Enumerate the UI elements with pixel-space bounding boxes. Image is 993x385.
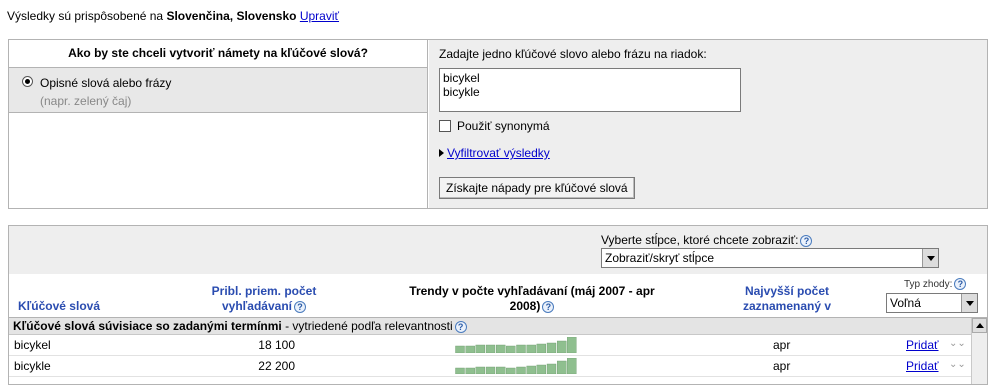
volume-cell: 22 200 bbox=[258, 359, 295, 373]
trend-bar bbox=[526, 344, 536, 353]
peak-month-cell: apr bbox=[773, 338, 791, 352]
descriptive-words-label: Opisné slová alebo frázy bbox=[40, 76, 172, 90]
volume-header-line2: vyhľadávaní bbox=[222, 299, 292, 313]
idea-method-question: Ako by ste chceli vytvoriť námety na kľú… bbox=[9, 40, 427, 68]
choose-columns-label: Vyberte stĺpce, ktoré chcete zobraziť:? bbox=[601, 233, 813, 247]
volume-column-header[interactable]: Pribl. priem. počet vyhľadávaní? bbox=[199, 284, 329, 314]
keyword-entry-column: Zadajte jedno kľúčové slovo alebo frázu … bbox=[429, 40, 987, 208]
trend-bar bbox=[465, 345, 475, 353]
volume-header-line1: Pribl. priem. počet bbox=[211, 284, 317, 298]
trend-bar bbox=[455, 367, 465, 374]
volume-cell: 18 100 bbox=[258, 338, 295, 352]
trend-sparkline bbox=[455, 337, 577, 353]
keyword-cell: bicykel bbox=[14, 338, 51, 352]
trend-bar bbox=[475, 344, 485, 353]
trend-bar bbox=[526, 365, 536, 374]
table-row: bicykle 22 200 apr Pridať ⌄⌄ bbox=[9, 356, 987, 377]
trend-bar bbox=[556, 360, 567, 374]
use-synonyms-checkbox[interactable] bbox=[439, 120, 451, 132]
add-keyword-link[interactable]: Pridať bbox=[906, 359, 939, 373]
related-keywords-section-header: Kľúčové slová súvisiace so zadanými term… bbox=[9, 318, 987, 335]
trend-bar bbox=[475, 366, 485, 374]
keyword-cell: bicykle bbox=[14, 359, 51, 373]
peak-column-header[interactable]: Najvyšší počet zaznamenaný v bbox=[727, 284, 847, 314]
peak-header-line2: zaznamenaný v bbox=[742, 299, 832, 313]
results-scrollbar[interactable] bbox=[971, 318, 987, 384]
personalization-prefix: Výsledky sú prispôsobené na bbox=[7, 9, 164, 23]
keyword-idea-panel: Ako by ste chceli vytvoriť námety na kľú… bbox=[8, 39, 988, 209]
trend-bar bbox=[485, 344, 496, 353]
choose-columns-text: Vyberte stĺpce, ktoré chcete zobraziť: bbox=[601, 233, 799, 247]
edit-locale-link[interactable]: Upraviť bbox=[300, 9, 339, 23]
trend-sparkline bbox=[455, 358, 577, 374]
results-table-header: Kľúčové slová Pribl. priem. počet vyhľad… bbox=[9, 274, 987, 318]
help-icon[interactable]: ? bbox=[542, 301, 555, 313]
help-icon[interactable]: ? bbox=[800, 235, 813, 247]
peak-header-line1: Najvyšší počet bbox=[744, 284, 830, 298]
trend-bar bbox=[567, 358, 577, 374]
filter-results-row: Vyfiltrovať výsledky bbox=[439, 146, 550, 160]
trend-bar bbox=[546, 342, 557, 353]
double-chevron-down-icon[interactable]: ⌄⌄ bbox=[949, 338, 966, 349]
descriptive-words-radio[interactable] bbox=[22, 76, 33, 87]
keyword-textarea[interactable] bbox=[439, 68, 741, 112]
trend-bar bbox=[496, 344, 506, 353]
trend-bar bbox=[506, 345, 516, 353]
keywords-column-header[interactable]: Kľúčové slová bbox=[18, 299, 100, 314]
keyword-textarea-label: Zadajte jedno kľúčové slovo alebo frázu … bbox=[439, 47, 707, 61]
use-synonyms-label: Použiť synonymá bbox=[457, 119, 550, 133]
section-title: Kľúčové slová súvisiace so zadanými term… bbox=[13, 319, 282, 333]
scroll-up-button[interactable] bbox=[972, 318, 987, 333]
trend-bar bbox=[556, 340, 567, 353]
locale-label: Slovenčina, Slovensko bbox=[166, 9, 297, 23]
trend-bar bbox=[567, 337, 577, 353]
chevron-down-icon[interactable] bbox=[961, 294, 977, 312]
trend-bar bbox=[516, 344, 526, 353]
trend-bar bbox=[536, 343, 547, 353]
double-chevron-down-icon[interactable]: ⌄⌄ bbox=[949, 359, 966, 370]
results-panel: Vyberte stĺpce, ktoré chcete zobraziť:? … bbox=[8, 225, 988, 385]
trend-bar bbox=[506, 367, 516, 374]
personalization-line: Výsledky sú prispôsobené na Slovenčina, … bbox=[7, 9, 339, 23]
descriptive-words-hint: (napr. zelený čaj) bbox=[40, 94, 132, 108]
columns-select-value: Zobraziť/skryť stĺpce bbox=[605, 251, 715, 265]
filter-results-link[interactable]: Vyfiltrovať výsledky bbox=[447, 146, 550, 160]
section-suffix: - vytriedené podľa relevantnosti bbox=[281, 319, 453, 333]
trend-bar bbox=[455, 345, 465, 353]
chevron-down-icon[interactable] bbox=[922, 249, 938, 267]
trend-bar bbox=[465, 367, 475, 374]
match-type-value: Voľná bbox=[890, 296, 921, 310]
help-icon[interactable]: ? bbox=[954, 278, 967, 290]
table-row: bicykel 18 100 apr Pridať ⌄⌄ bbox=[9, 335, 987, 356]
trend-bar bbox=[516, 366, 526, 374]
idea-method-column: Ako by ste chceli vytvoriť námety na kľú… bbox=[9, 40, 428, 208]
peak-month-cell: apr bbox=[773, 359, 791, 373]
match-type-select[interactable]: Voľná bbox=[886, 293, 978, 313]
use-synonyms-row[interactable]: Použiť synonymá bbox=[439, 119, 550, 133]
add-keyword-link[interactable]: Pridať bbox=[906, 338, 939, 352]
descriptive-words-option[interactable]: Opisné slová alebo frázy (napr. zelený č… bbox=[9, 68, 427, 113]
help-icon[interactable]: ? bbox=[454, 321, 467, 333]
match-type-text: Typ zhody: bbox=[904, 279, 953, 290]
results-toolbar: Vyberte stĺpce, ktoré chcete zobraziť:? … bbox=[9, 226, 987, 274]
trend-bar bbox=[496, 366, 506, 374]
trend-bar bbox=[485, 366, 496, 374]
match-type-label: Typ zhody:? bbox=[904, 278, 967, 290]
expand-triangle-icon[interactable] bbox=[439, 149, 444, 157]
columns-select[interactable]: Zobraziť/skryť stĺpce bbox=[601, 248, 939, 268]
trend-bar bbox=[536, 364, 547, 374]
get-keyword-ideas-button[interactable]: Získajte nápady pre kľúčové slová bbox=[439, 177, 635, 199]
trends-header-line1: Trendy v počte vyhľadávaní (máj 2007 - a… bbox=[409, 284, 655, 298]
trend-bar bbox=[546, 363, 557, 374]
help-icon[interactable]: ? bbox=[294, 301, 306, 313]
trends-header-line2: 2008) bbox=[509, 299, 541, 313]
trends-column-header: Trendy v počte vyhľadávaní (máj 2007 - a… bbox=[387, 284, 677, 314]
